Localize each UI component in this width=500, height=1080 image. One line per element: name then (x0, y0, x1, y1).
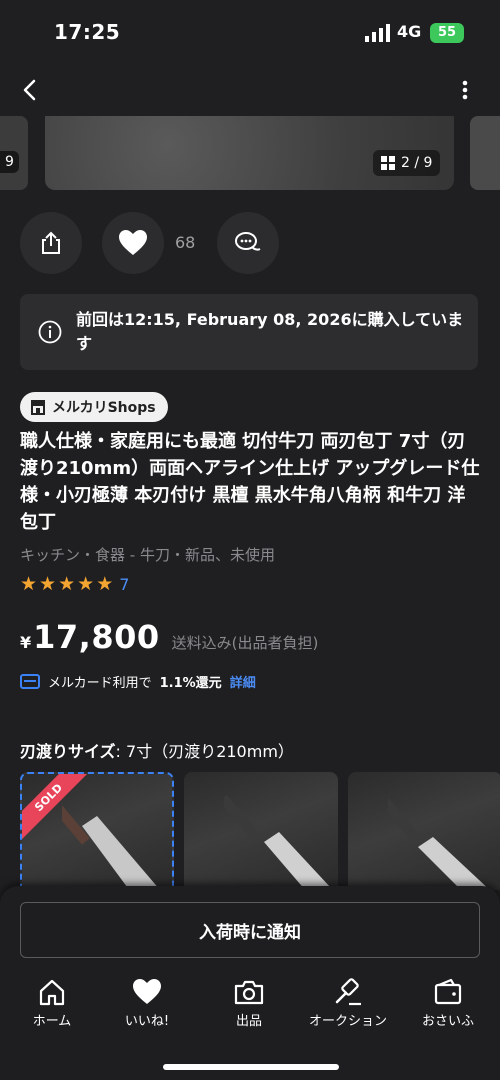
star-icon: ★ (39, 573, 57, 595)
knife-image (388, 794, 490, 890)
item-rating[interactable]: ★ ★ ★ ★ ★ 7 (20, 572, 129, 596)
rating-count[interactable]: 7 (119, 575, 129, 594)
card-promo: メルカード利用で 1.1%還元 詳細 (20, 670, 256, 692)
wallet-icon (434, 978, 462, 1005)
tab-label: 出品 (235, 1014, 262, 1029)
knife-image (224, 794, 333, 890)
previous-purchase-notice: 前回は12:15, February 08, 2026に購入しています (20, 294, 478, 370)
like-count: 68 (175, 233, 196, 252)
price: 17,800 (33, 618, 160, 656)
tab-label: おさいふ (421, 1014, 474, 1029)
star-icon: ★ (58, 573, 76, 595)
gavel-icon (335, 978, 361, 1006)
image-carousel[interactable]: 9 2 / 9 (0, 116, 500, 192)
like-button[interactable] (102, 212, 164, 274)
share-icon (42, 231, 60, 254)
shop-icon (31, 400, 45, 415)
battery-indicator: 55 (430, 23, 464, 43)
tab-auction[interactable]: オークション (298, 978, 398, 1038)
item-category[interactable]: キッチン・食器 - 牛刀・新品、未使用 (20, 544, 275, 565)
star-icon: ★ (96, 573, 114, 595)
currency-symbol: ¥ (20, 633, 32, 652)
item-title: 職人仕様・家庭用にも最適 切付牛刀 両刃包丁 7寸（刃渡り210mm）両面ヘアラ… (20, 431, 480, 533)
comment-button[interactable] (217, 212, 279, 274)
info-icon (38, 320, 62, 344)
top-nav (0, 70, 500, 110)
back-arrow-icon[interactable] (18, 76, 42, 104)
variant-option[interactable] (184, 772, 338, 890)
tab-wallet[interactable]: おさいふ (398, 978, 498, 1038)
shipping-info: 送料込み(出品者負担) (171, 634, 319, 652)
image-counter: 2 / 9 (373, 150, 441, 176)
heart-icon (133, 979, 161, 1004)
heart-icon (119, 230, 147, 255)
next-image[interactable] (470, 116, 500, 190)
variant-option[interactable] (348, 772, 500, 890)
star-icon: ★ (77, 573, 95, 595)
tab-label: ホーム (32, 1014, 72, 1029)
shop-badge-label: メルカリShops (52, 400, 156, 416)
tab-sell[interactable]: 出品 (199, 978, 299, 1038)
card-promo-text: メルカード利用で (48, 675, 152, 691)
comment-icon (235, 232, 261, 251)
tab-home[interactable]: ホーム (2, 978, 102, 1038)
previous-image-counter: 9 (0, 151, 19, 173)
notify-restock-button[interactable]: 入荷時に通知 (20, 902, 480, 958)
network-type: 4G (397, 22, 422, 41)
more-options-icon[interactable] (455, 76, 475, 104)
variant-label: 刃渡りサイズ: 7寸（刃渡り210mm） (20, 738, 294, 762)
price-row: ¥ 17,800 送料込み(出品者負担) (20, 618, 318, 656)
home-indicator (163, 1064, 339, 1070)
credit-card-icon (20, 673, 40, 689)
star-icon: ★ (20, 573, 38, 595)
tab-label: いいね! (124, 1014, 170, 1029)
variant-label-name: 刃渡りサイズ (20, 742, 116, 761)
tab-label: オークション (308, 1014, 387, 1029)
image-counter-text: 2 / 9 (401, 155, 433, 171)
signal-icon (365, 24, 390, 42)
tab-likes[interactable]: いいね! (97, 978, 197, 1038)
variant-option[interactable]: SOLD (20, 772, 174, 890)
tab-bar: ホーム いいね! 出品 オークション おさいふ (0, 978, 500, 1038)
variant-label-value: : 7寸（刃渡り210mm） (115, 742, 294, 761)
variant-list: SOLD (20, 772, 500, 890)
action-row: 68 (20, 212, 480, 274)
notice-text: 前回は12:15, February 08, 2026に購入しています (76, 310, 464, 353)
knife-image (62, 799, 159, 888)
status-time: 17:25 (54, 20, 121, 44)
share-button[interactable] (20, 212, 82, 274)
home-icon (39, 979, 65, 1006)
gallery-grid-icon (381, 156, 395, 170)
shops-badge[interactable]: メルカリShops (20, 392, 168, 422)
status-bar: 17:25 4G 55 (0, 0, 500, 64)
card-promo-rate: 1.1%還元 (159, 675, 222, 691)
camera-icon (234, 980, 264, 1005)
card-promo-details-link[interactable]: 詳細 (230, 672, 256, 691)
